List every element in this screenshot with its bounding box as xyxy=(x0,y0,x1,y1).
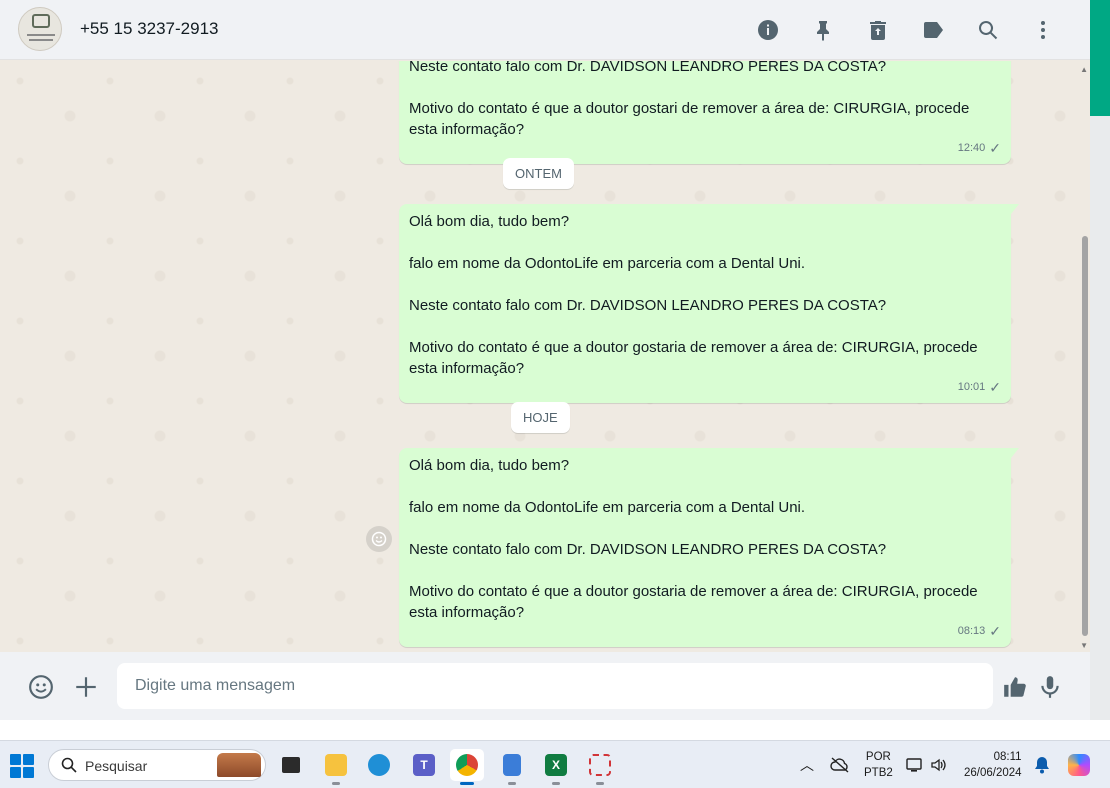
notepad-icon[interactable] xyxy=(495,749,529,785)
message-line: Motivo do contato é que a doutor gostari… xyxy=(409,583,978,621)
pin-icon[interactable] xyxy=(795,0,850,60)
message-meta: 08:13 ✓ xyxy=(958,621,1001,642)
contact-name[interactable]: +55 15 3237-2913 xyxy=(80,19,219,39)
react-emoji-button[interactable] xyxy=(366,526,392,552)
task-view-icon[interactable] xyxy=(274,749,308,781)
message-line: falo em nome da OdontoLife em parceria c… xyxy=(409,255,806,272)
onedrive-offline-icon[interactable] xyxy=(830,741,850,788)
keyboard-layout: PTB2 xyxy=(864,767,893,779)
message-line: Motivo do contato é que a doutor gostari… xyxy=(409,339,978,377)
label-icon[interactable] xyxy=(905,0,960,60)
menu-icon[interactable] xyxy=(1015,0,1070,60)
show-hidden-icons-icon[interactable]: ︿ xyxy=(800,741,814,788)
network-icon[interactable] xyxy=(906,741,924,788)
window-edge xyxy=(1090,116,1110,720)
file-explorer-icon[interactable] xyxy=(319,749,353,785)
delete-icon[interactable] xyxy=(850,0,905,60)
microphone-icon[interactable] xyxy=(1035,672,1065,702)
search-highlight-image xyxy=(217,753,261,777)
message-line: Olá bom dia, tudo bem? xyxy=(409,457,570,474)
message-line xyxy=(409,232,1001,253)
attach-plus-icon[interactable] xyxy=(71,672,101,702)
teams-icon[interactable]: T xyxy=(407,749,441,781)
header-actions xyxy=(740,0,1070,60)
avatar-logo-icon xyxy=(32,14,50,28)
thumbs-up-icon[interactable] xyxy=(1000,672,1030,702)
input-language-indicator[interactable]: POR PTB2 xyxy=(864,741,893,788)
message-line: Olá bom dia, tudo bem? xyxy=(409,213,570,230)
message-line: Neste contato falo com Dr. DAVIDSON LEAN… xyxy=(409,541,887,558)
message-line: Neste contato falo com Dr. DAVIDSON LEAN… xyxy=(409,61,887,75)
copilot-icon[interactable] xyxy=(1068,741,1090,788)
clock[interactable]: 08:11 26/06/2024 xyxy=(964,741,1022,788)
message-input[interactable] xyxy=(117,663,993,709)
scrollbar-thumb[interactable] xyxy=(1082,236,1088,636)
search-icon xyxy=(61,757,77,773)
message-meta: 12:40 ✓ xyxy=(958,138,1001,159)
message-bubble[interactable]: Olá bom dia, tudo bem? falo em nome da O… xyxy=(399,448,1019,647)
message-bubble[interactable]: Neste contato falo com Dr. DAVIDSON LEAN… xyxy=(399,61,1011,164)
search-icon[interactable] xyxy=(960,0,1015,60)
message-time: 08:13 xyxy=(957,625,986,637)
snipping-tool-icon[interactable] xyxy=(583,749,617,785)
message-line xyxy=(409,476,1001,497)
message-bubble[interactable]: Olá bom dia, tudo bem? falo em nome da O… xyxy=(399,204,1019,403)
clock-time: 08:11 xyxy=(993,751,1022,763)
date-divider: HOJE xyxy=(511,402,570,433)
sent-check-icon: ✓ xyxy=(989,140,1001,156)
avatar-text-line xyxy=(27,34,55,36)
message-meta: 10:01 ✓ xyxy=(958,377,1001,398)
sent-check-icon: ✓ xyxy=(989,379,1001,395)
language-code: POR xyxy=(865,751,891,763)
avatar-text-line xyxy=(29,39,53,41)
search-label: Pesquisar xyxy=(85,758,148,774)
info-icon[interactable] xyxy=(740,0,795,60)
message-time: 12:40 xyxy=(957,142,986,154)
message-line: falo em nome da OdontoLife em parceria c… xyxy=(409,499,806,516)
scroll-down-arrow-icon[interactable]: ▼ xyxy=(1080,641,1088,650)
message-line xyxy=(409,560,1001,581)
smiley-icon xyxy=(371,531,387,547)
chat-scrollbar[interactable]: ▲ ▼ xyxy=(1080,61,1090,652)
chrome-icon[interactable] xyxy=(450,749,484,785)
clock-date: 26/06/2024 xyxy=(964,767,1022,779)
emoji-icon[interactable] xyxy=(26,672,56,702)
message-line xyxy=(409,518,1001,539)
message-line xyxy=(409,77,1001,98)
volume-icon[interactable] xyxy=(930,741,948,788)
message-line: Motivo do contato é que a doutor gostari… xyxy=(409,100,970,138)
message-list[interactable]: Neste contato falo com Dr. DAVIDSON LEAN… xyxy=(0,61,1090,652)
notification-bell-icon[interactable] xyxy=(1034,741,1050,788)
chat-header: +55 15 3237-2913 xyxy=(0,0,1090,60)
sent-check-icon: ✓ xyxy=(989,623,1001,639)
message-line xyxy=(409,274,1001,295)
edge-icon[interactable] xyxy=(362,749,396,781)
windows-taskbar: Pesquisar T X ︿ POR PTB2 08:11 26/06/202… xyxy=(0,740,1110,788)
message-line xyxy=(409,316,1001,337)
excel-icon[interactable]: X xyxy=(539,749,573,785)
message-line: Neste contato falo com Dr. DAVIDSON LEAN… xyxy=(409,297,887,314)
scroll-up-arrow-icon[interactable]: ▲ xyxy=(1080,65,1088,74)
taskbar-search[interactable]: Pesquisar xyxy=(48,749,266,781)
window-edge-accent xyxy=(1090,0,1110,116)
message-time: 10:01 xyxy=(957,381,986,393)
bubble-tail xyxy=(1011,448,1019,458)
contact-avatar[interactable] xyxy=(18,7,62,51)
bubble-tail xyxy=(1011,204,1019,214)
message-composer xyxy=(0,652,1090,720)
date-divider: ONTEM xyxy=(503,158,574,189)
window-bottom-strip xyxy=(0,720,1110,740)
windows-start-icon[interactable] xyxy=(10,754,34,778)
